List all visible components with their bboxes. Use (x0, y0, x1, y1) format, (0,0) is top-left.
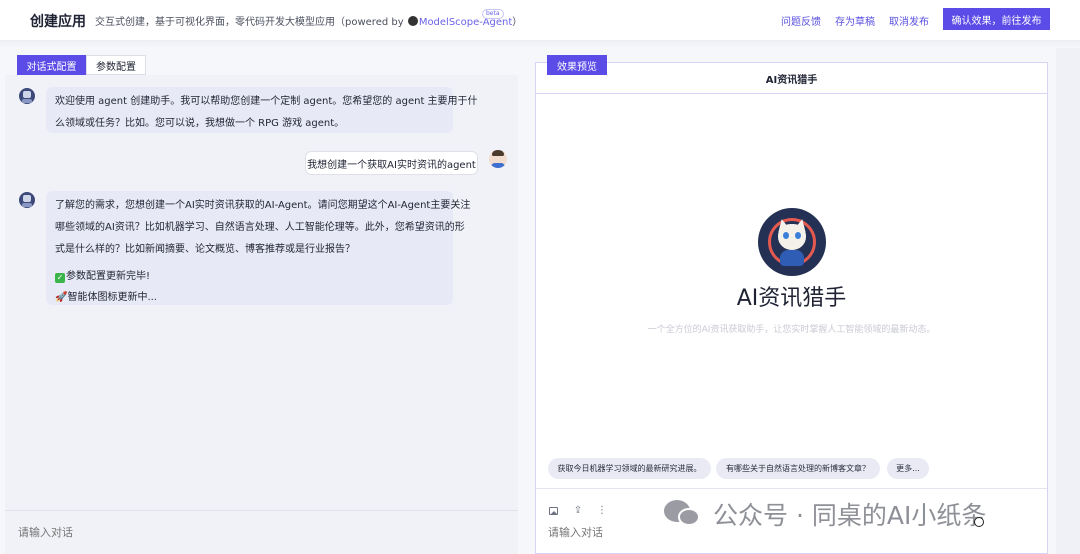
agent-name: AI资讯猎手 (736, 286, 847, 311)
page-title: 创建应用 (30, 14, 86, 30)
message-line: 么领域或任务？比如。您可以说，我想做一个 RPG 游戏 agent。 (55, 118, 345, 129)
cancel-publish-link[interactable]: 取消发布 (889, 13, 929, 28)
bot-message-reply: 了解您的需求，您想创建一个AI实时资讯获取的AI-Agent。请问您期望这个AI… (46, 191, 471, 308)
image-upload-icon[interactable] (549, 507, 558, 515)
file-upload-icon[interactable]: ⇪ (573, 506, 583, 516)
save-draft-link[interactable]: 存为草稿 (835, 13, 875, 28)
more-suggestions-chip[interactable]: 更多... (887, 458, 929, 479)
bot-avatar-icon (19, 88, 35, 104)
suggestion-chip[interactable]: 获取今日机器学习领域的最新研究进展。 (548, 458, 711, 479)
message-line: 了解您的需求，您想创建一个AI实时资讯获取的AI-Agent。请问您期望这个AI… (55, 200, 471, 211)
wechat-icon (664, 498, 704, 528)
suggestion-chip[interactable]: 有哪些关于自然语言处理的新博客文章？ (716, 458, 880, 479)
page-scrollbar[interactable] (1056, 48, 1080, 554)
preview-divider (536, 93, 1047, 94)
subtitle-suffix: ） (512, 17, 523, 28)
top-header: 创建应用 交互式创建，基于可视化界面，零代码开发大模型应用（powered by… (0, 0, 1080, 40)
feedback-link[interactable]: 问题反馈 (781, 13, 821, 28)
status-config-updated: 参数配置更新完毕! (66, 271, 151, 282)
tab-chat-config[interactable]: 对话式配置 (17, 55, 86, 75)
user-message: 我想创建一个获取AI实时资讯的agent (305, 151, 478, 175)
tab-param-config[interactable]: 参数配置 (86, 55, 146, 75)
github-icon (407, 16, 418, 26)
chat-config-input[interactable] (18, 526, 418, 539)
beta-badge: beta (482, 9, 504, 19)
input-divider (536, 488, 1047, 489)
bot-avatar-icon (19, 192, 35, 208)
check-icon: ✓ (55, 273, 65, 283)
message-line: 欢迎使用 agent 创建助手。我可以帮助您创建一个定制 agent。您希望您的… (55, 96, 478, 107)
bot-message-welcome: 欢迎使用 agent 创建助手。我可以帮助您创建一个定制 agent。您希望您的… (46, 87, 478, 133)
agent-description: 一个全方位的AI资讯获取助手，让您实时掌握人工智能领域的最新动态。 (647, 325, 936, 335)
audio-wave-icon[interactable]: ⋮ (597, 506, 607, 516)
subtitle-prefix: 交互式创建，基于可视化界面，零代码开发大模型应用（powered by (95, 17, 407, 28)
status-lines: ✓ 参数配置更新完毕! 🚀智能体图标更新中... (55, 266, 444, 308)
header-shadow (0, 40, 1080, 48)
message-line: 哪些领域的AI资讯？比如机器学习、自然语言处理、人工智能伦理等。此外，您希望资讯… (55, 222, 465, 233)
user-avatar-icon (489, 150, 507, 168)
preview-title: AI资讯猎手 (765, 75, 818, 86)
agent-avatar-icon (758, 208, 826, 276)
message-line: 式是什么样的？比如新闻摘要、论文概览、博客推荐或是行业报告？ (55, 244, 355, 255)
watermark-text: 公众号 · 同桌的AI小纸条 (713, 501, 987, 530)
page-subtitle: 交互式创建，基于可视化界面，零代码开发大模型应用（powered by Mode… (95, 13, 522, 28)
confirm-publish-button[interactable]: 确认效果，前往发布 (943, 8, 1050, 30)
chat-config-panel (5, 75, 518, 554)
mouse-cursor-icon (974, 517, 984, 527)
status-icon-updating: 🚀智能体图标更新中... (55, 292, 157, 303)
